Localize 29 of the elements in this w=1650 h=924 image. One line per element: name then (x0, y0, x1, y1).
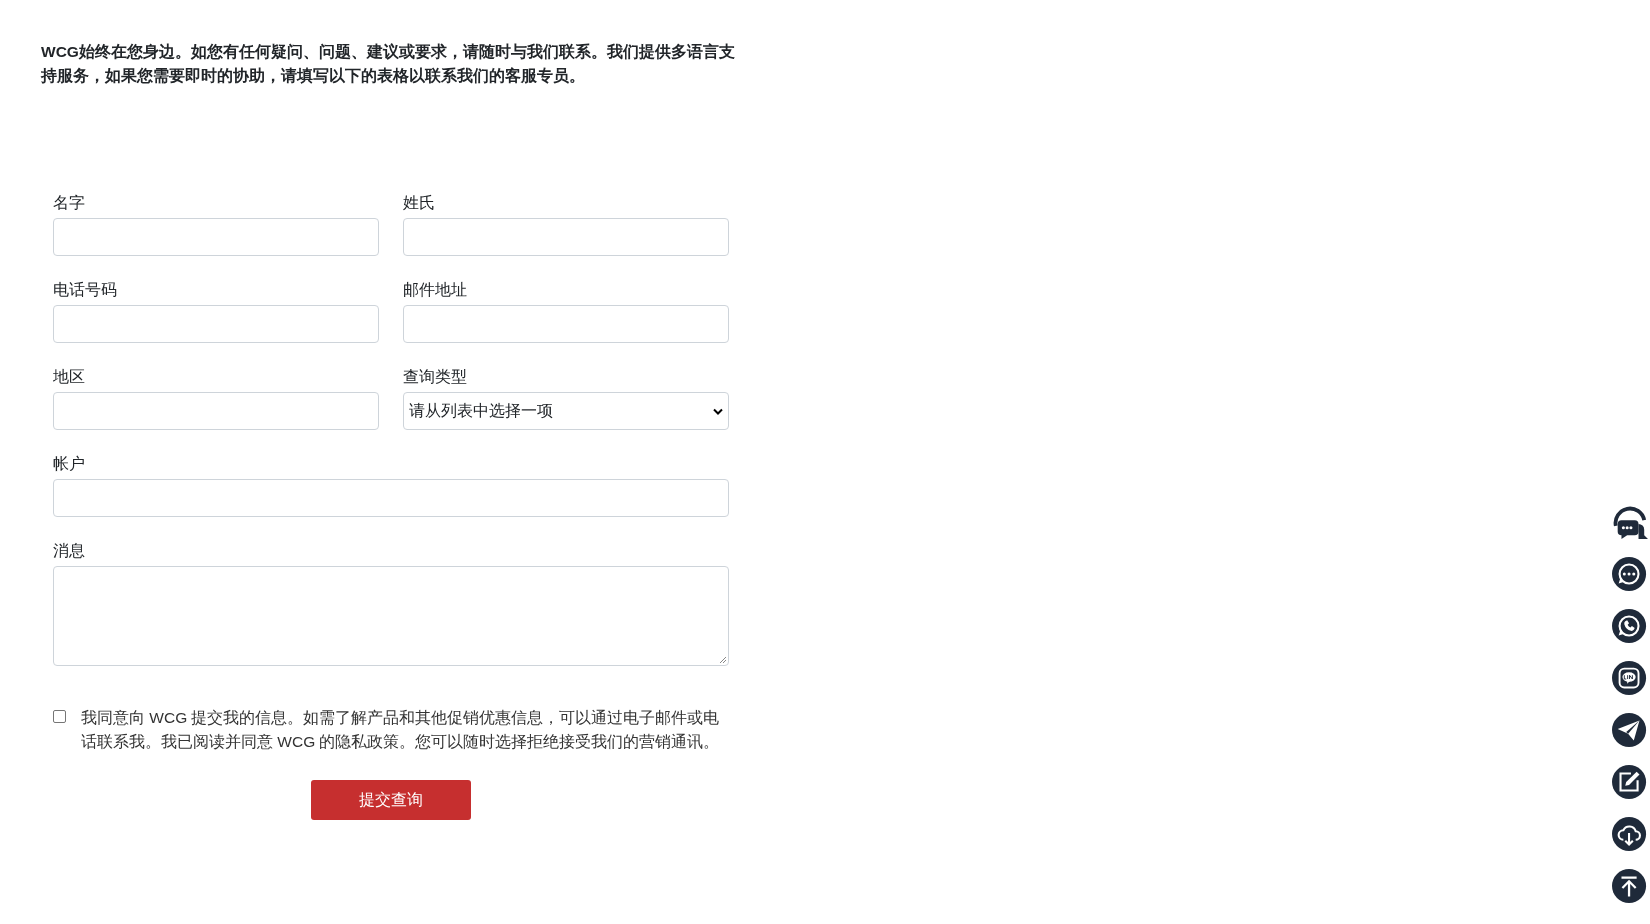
back-to-top-icon[interactable] (1612, 869, 1648, 905)
chat-bubble-icon[interactable] (1612, 557, 1648, 593)
intro-paragraph: WCG始终在您身边。如您有任何疑问、问题、建议或要求，请随时与我们联系。我们提供多语言支持服务，如果您需要即时的协助，请填写以下的表格以联系我们的客服专员。 (41, 42, 736, 86)
field-label: 消息 (53, 541, 86, 561)
field-label: 地区 (53, 367, 86, 387)
paper-plane-icon[interactable] (1612, 713, 1648, 749)
input-field[interactable] (403, 218, 729, 256)
input-field[interactable] (403, 305, 729, 343)
phone-bubble-icon[interactable] (1612, 609, 1648, 645)
input-field[interactable] (53, 392, 379, 430)
speech-bubble-icon[interactable] (1612, 661, 1648, 697)
field-label: 邮件地址 (403, 280, 468, 300)
support-chat-icon[interactable] (1612, 505, 1648, 541)
resize-grip-icon[interactable] (719, 656, 727, 664)
dropdown-field[interactable]: 请从列表中选择一项 (403, 392, 729, 430)
field-label: 姓氏 (403, 193, 436, 213)
input-field[interactable] (53, 305, 379, 343)
field-label: 名字 (53, 193, 86, 213)
message-field[interactable] (53, 566, 729, 666)
input-field[interactable] (53, 479, 729, 517)
field-label: 电话号码 (53, 280, 118, 300)
cloud-download-icon[interactable] (1612, 817, 1648, 853)
input-field[interactable] (53, 218, 379, 256)
checkbox[interactable] (53, 710, 66, 723)
chevron-down-icon (713, 407, 723, 415)
consent-text: 我同意向 WCG 提交我的信息。如需了解产品和其他促销优惠信息，可以通过电子邮件或电话联系我。我已阅读并同意 WCG 的隐私政策。您可以随时选择拒绝接受我们的营销通讯。 (81, 708, 721, 752)
submit-button[interactable]: 提交查询 (311, 780, 471, 820)
field-label: 查询类型 (403, 367, 468, 387)
field-label: 帐户 (53, 454, 86, 474)
